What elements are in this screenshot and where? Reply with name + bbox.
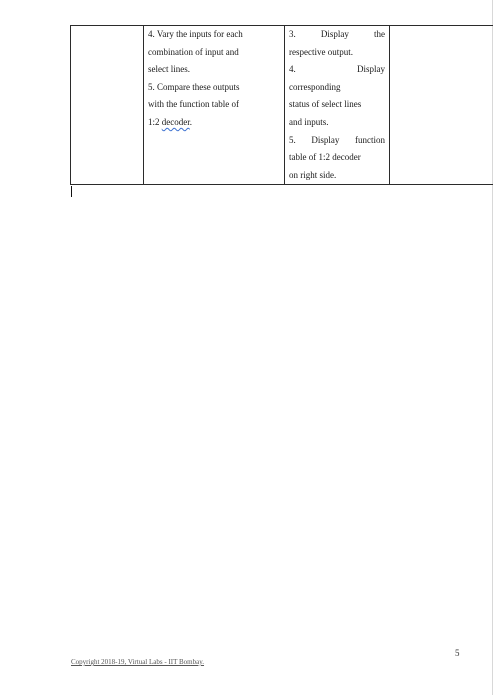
cell-line: 3. Display the (289, 26, 385, 44)
cell-word: 4. (289, 64, 296, 75)
cell-line: and inputs. (289, 116, 329, 127)
table-cell-outputs[interactable]: 3. Display the respective output. 4. Dis… (284, 24, 390, 186)
procedure-table: 4. Vary the inputs for each combination … (70, 24, 493, 186)
table-cell-empty-4[interactable] (389, 24, 493, 186)
cell-line: select lines. (148, 64, 190, 75)
cell-word: 5. (289, 134, 296, 145)
page-number: 5 (455, 648, 460, 658)
cell-word: 3. (289, 29, 296, 39)
cell-line: corresponding (289, 81, 341, 92)
cell-line: table of 1:2 decoder (289, 152, 361, 163)
table-row: 4. Vary the inputs for each combination … (70, 24, 493, 186)
cell-line: 1:2 decoder. (148, 114, 280, 132)
cell-line: combination of input and (148, 46, 239, 57)
cell-word: Display (320, 29, 349, 39)
cell-line: 5. Compare these outputs (148, 81, 240, 92)
cell-line: with the function table of (148, 99, 239, 110)
table-cell-empty-1[interactable] (70, 24, 144, 186)
cell-line: status of select lines (289, 99, 362, 110)
table-cell-steps[interactable]: 4. Vary the inputs for each combination … (143, 24, 285, 186)
footer-copyright[interactable]: Copyright 2018-19, Virtual Labs - IIT Bo… (71, 658, 204, 666)
cell-word: function (355, 134, 385, 145)
cell-word: Display (357, 64, 385, 75)
text-cursor (71, 186, 72, 197)
cell-line: 4. Display (289, 61, 385, 79)
cell-word: the (374, 29, 385, 39)
document-page: 4. Vary the inputs for each combination … (0, 0, 493, 695)
spellcheck-flagged-word[interactable]: decoder (162, 117, 190, 127)
cell-line: on right side. (289, 169, 337, 180)
cell-line: 5. Display function (289, 132, 385, 150)
cell-text: . (189, 116, 192, 127)
cell-word: Display (311, 134, 340, 145)
cell-line: 4. Vary the inputs for each (148, 29, 243, 39)
cell-line: respective output. (289, 46, 353, 57)
cell-text: 1:2 (148, 116, 162, 127)
